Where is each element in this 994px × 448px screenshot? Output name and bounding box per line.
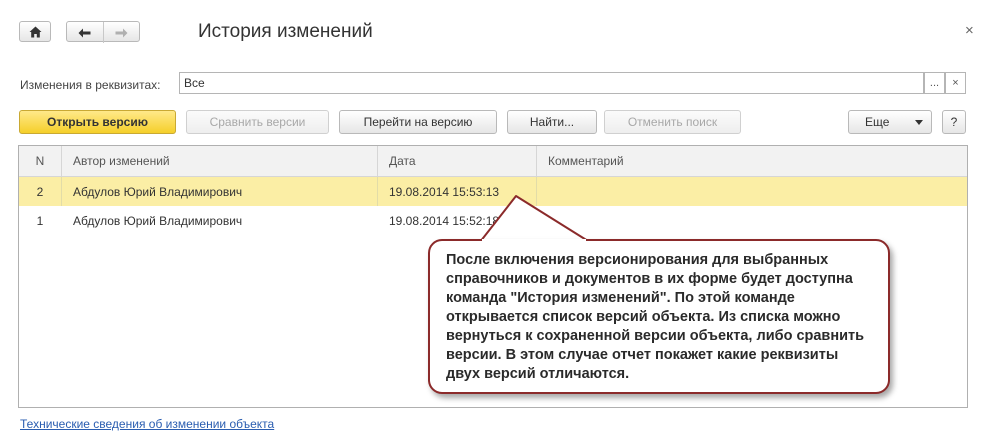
row-date: 19.08.2014 15:53:13 (389, 184, 500, 199)
history-nav-group (66, 21, 140, 43)
row-author: Абдулов Юрий Владимирович (73, 184, 243, 199)
technical-info-link[interactable]: Технические сведения об изменении объект… (20, 417, 274, 431)
back-button[interactable] (67, 22, 103, 43)
column-header-date[interactable]: Дата (377, 146, 536, 176)
filter-label: Изменения в реквизитах: (20, 78, 161, 92)
close-icon[interactable]: × (965, 22, 974, 39)
table-row[interactable]: 2 Абдулов Юрий Владимирович 19.08.2014 1… (19, 177, 967, 206)
help-button[interactable]: ? (942, 110, 966, 134)
goto-version-button[interactable]: Перейти на версию (339, 110, 497, 134)
row-date: 19.08.2014 15:52:18 (389, 213, 500, 228)
callout-note: После включения версионирования для выбр… (428, 239, 890, 394)
more-button[interactable]: Еще (848, 110, 932, 134)
open-version-button[interactable]: Открыть версию (19, 110, 176, 134)
column-header-n[interactable]: N (19, 146, 61, 176)
table-row[interactable]: 1 Абдулов Юрий Владимирович 19.08.2014 1… (19, 206, 967, 235)
row-number: 1 (36, 213, 44, 228)
callout-pointer-joint (482, 239, 586, 243)
row-author: Абдулов Юрий Владимирович (73, 213, 243, 228)
chevron-down-icon (915, 120, 923, 125)
row-comment (536, 206, 967, 235)
arrow-left-icon (78, 28, 91, 37)
window-title: История изменений (198, 21, 373, 42)
filter-input[interactable]: Все (179, 72, 924, 94)
column-header-comment[interactable]: Комментарий (536, 146, 967, 176)
home-icon (29, 26, 41, 37)
select-button[interactable]: ... (924, 72, 945, 94)
row-number: 2 (36, 184, 44, 199)
cancel-search-button[interactable]: Отменить поиск (604, 110, 741, 134)
clear-button[interactable]: × (945, 72, 966, 94)
table-header: N Автор изменений Дата Комментарий (19, 146, 967, 177)
compare-versions-button[interactable]: Сравнить версии (186, 110, 329, 134)
forward-button[interactable] (102, 22, 140, 43)
arrow-right-icon (115, 28, 128, 37)
column-header-author[interactable]: Автор изменений (61, 146, 377, 176)
find-button[interactable]: Найти... (507, 110, 597, 134)
home-button[interactable] (19, 21, 51, 42)
row-comment (536, 177, 967, 206)
more-label: Еще (865, 115, 890, 129)
